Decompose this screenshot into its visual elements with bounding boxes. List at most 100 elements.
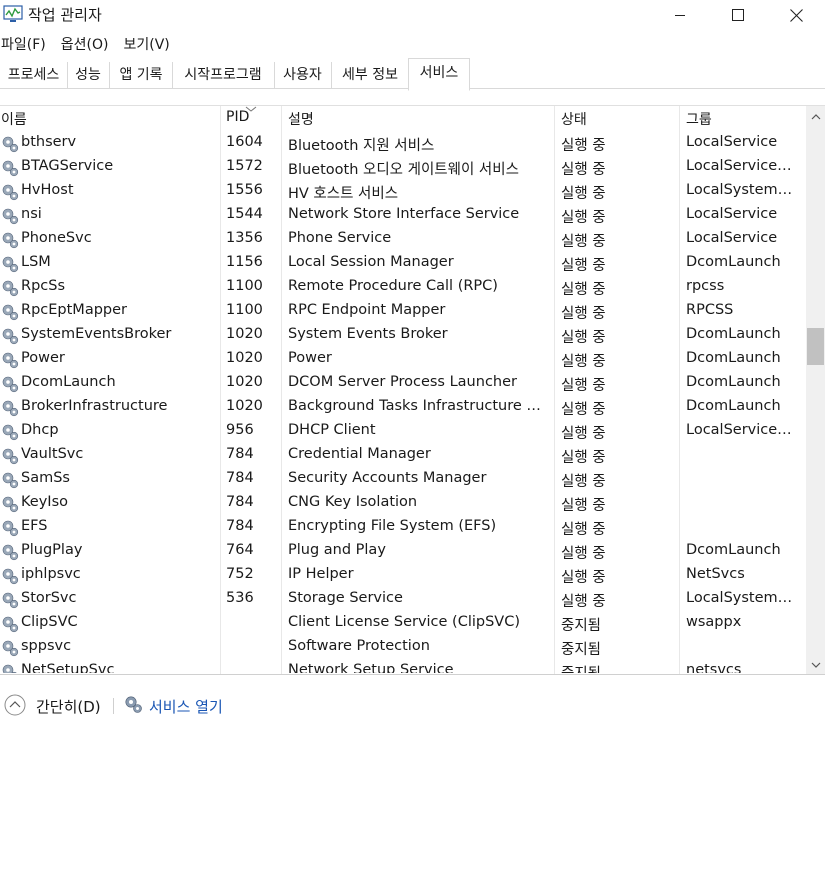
service-name: iphlpsvc [21,566,81,582]
service-description: Background Tasks Infrastructure Ser... [288,398,546,414]
service-status: 실행 중 [561,354,606,370]
service-status: 실행 중 [561,498,606,514]
chevron-down-icon [811,662,820,668]
menu-view[interactable]: 보기(V) [122,34,176,56]
tab-bar: 프로세스 성능 앱 기록 시작프로그램 사용자 세부 정보 서비스 [0,57,825,91]
table-row[interactable]: Dhcp 956 DHCP Client 실행 중 LocalServiceNe... [0,420,806,444]
scroll-thumb[interactable] [807,328,824,365]
vertical-scrollbar[interactable] [806,106,825,674]
service-status: 실행 중 [561,594,606,610]
service-pid: 764 [226,542,254,558]
column-header-name[interactable]: 이름 [1,109,27,129]
service-status: 실행 중 [561,546,606,562]
service-status: 중지됨 [561,662,676,673]
table-row[interactable]: Power 1020 Power 실행 중 DcomLaunch [0,348,806,372]
service-pid: 1604 [226,134,263,150]
service-status: 실행 중 [561,330,606,346]
menu-bar: 파일(F) 옵션(O) 보기(V) [0,34,184,56]
service-group: LocalService [686,206,778,222]
service-group: DcomLaunch [686,350,781,366]
table-row[interactable]: SamSs 784 Security Accounts Manager 실행 중 [0,468,806,492]
fewer-details-button[interactable]: 간단히(D) [36,696,101,717]
table-row[interactable]: NetSetupSvc Network Setup Service 중지됨 netsv… [0,660,806,673]
table-row[interactable]: ClipSVC Client License Service (ClipSVC) 중… [0,612,806,636]
service-status: 실행 중 [561,186,606,202]
column-header-group[interactable]: 그룹 [686,109,712,129]
table-row[interactable]: StorSvc 536 Storage Service 실행 중 LocalSystem… [0,588,806,612]
service-pid: 784 [226,518,254,534]
table-row[interactable]: EFS 784 Encrypting File System (EFS) 실행 중 [0,516,806,540]
open-services-link[interactable]: 서비스 열기 [149,696,223,717]
tab-users[interactable]: 사용자 [274,62,332,89]
gear-icon [2,544,19,561]
service-name: VaultSvc [21,446,84,462]
table-bottom-divider [0,674,825,675]
title-bar[interactable]: 작업 관리자 [0,0,825,30]
table-row[interactable]: BrokerInfrastructure 1020 Background Tasks… [0,396,806,420]
table-row[interactable]: KeyIso 784 CNG Key Isolation 실행 중 [0,492,806,516]
table-row[interactable]: RpcEptMapper 1100 RPC Endpoint Mapper 실행 중 R… [0,300,806,324]
tab-details[interactable]: 세부 정보 [331,62,410,89]
table-row[interactable]: SystemEventsBroker 1020 System Events Brok… [0,324,806,348]
service-group: RPCSS [686,302,734,318]
tab-app-history[interactable]: 앱 기록 [110,62,173,89]
service-name: bthserv [21,134,77,150]
table-row[interactable]: nsi 1544 Network Store Interface Service 실행… [0,204,806,228]
maximize-button[interactable] [709,0,767,30]
gear-icon [2,328,19,345]
service-group: NetSvcs [686,566,745,582]
service-name: SystemEventsBroker [21,326,172,342]
service-status: 실행 중 [561,138,606,154]
minimize-icon [675,15,685,16]
service-pid: 1020 [226,398,263,414]
tab-services[interactable]: 서비스 [408,58,470,91]
chevron-up-circle-icon[interactable] [4,694,26,716]
table-row[interactable]: VaultSvc 784 Credential Manager 실행 중 [0,444,806,468]
services-gear-icon[interactable] [123,694,143,714]
service-pid: 784 [226,446,254,462]
minimize-button[interactable] [651,0,709,30]
gear-icon [2,592,19,609]
service-name: StorSvc [21,590,77,606]
service-description: Software Protection [288,638,430,654]
tab-startup[interactable]: 시작프로그램 [172,62,275,89]
sort-chevron-icon [245,106,257,112]
table-row[interactable]: LSM 1156 Local Session Manager 실행 중 DcomLaun… [0,252,806,276]
service-description: CNG Key Isolation [288,494,418,510]
service-pid: 1356 [226,230,263,246]
gear-icon [2,568,19,585]
service-pid: 536 [226,590,254,606]
column-header-description[interactable]: 설명 [288,109,314,129]
service-status: 실행 중 [561,282,606,298]
table-row[interactable]: HvHost 1556 HV 호스트 서비스 실행 중 LocalSystemNe... [0,180,806,204]
service-group: netsvcs [686,662,742,673]
service-description: System Events Broker [288,326,448,342]
table-row[interactable]: bthserv 1604 Bluetooth 지원 서비스 실행 중 LocalServ… [0,132,806,156]
service-status: 실행 중 [561,450,606,466]
scroll-up-button[interactable] [806,108,825,125]
column-header-status[interactable]: 상태 [561,109,587,129]
service-status: 실행 중 [561,258,606,274]
service-name: EFS [21,518,48,534]
service-name: HvHost [21,182,74,198]
table-row[interactable]: BTAGService 1572 Bluetooth 오디오 게이트웨이 서비스 실행… [0,156,806,180]
service-description: Power [288,350,332,366]
service-status: 실행 중 [561,426,606,442]
table-row[interactable]: sppsvc Software Protection 중지됨 [0,636,806,660]
task-manager-icon [3,5,23,22]
table-row[interactable]: PhoneSvc 1356 Phone Service 실행 중 LocalServic… [0,228,806,252]
menu-options[interactable]: 옵션(O) [60,34,116,56]
table-row[interactable]: PlugPlay 764 Plug and Play 실행 중 DcomLaunch [0,540,806,564]
table-row[interactable]: RpcSs 1100 Remote Procedure Call (RPC) 실행 중… [0,276,806,300]
gear-icon [2,232,19,249]
menu-file[interactable]: 파일(F) [0,34,53,56]
table-row[interactable]: iphlpsvc 752 IP Helper 실행 중 NetSvcs [0,564,806,588]
close-button[interactable] [767,0,825,30]
table-row[interactable]: DcomLaunch 1020 DCOM Server Process Launch… [0,372,806,396]
service-status: 중지됨 [561,642,602,658]
tab-performance[interactable]: 성능 [67,62,110,89]
tab-processes[interactable]: 프로세스 [0,62,68,89]
gear-icon [2,376,19,393]
service-group: LocalServiceNe... [686,158,802,174]
scroll-down-button[interactable] [806,656,825,673]
